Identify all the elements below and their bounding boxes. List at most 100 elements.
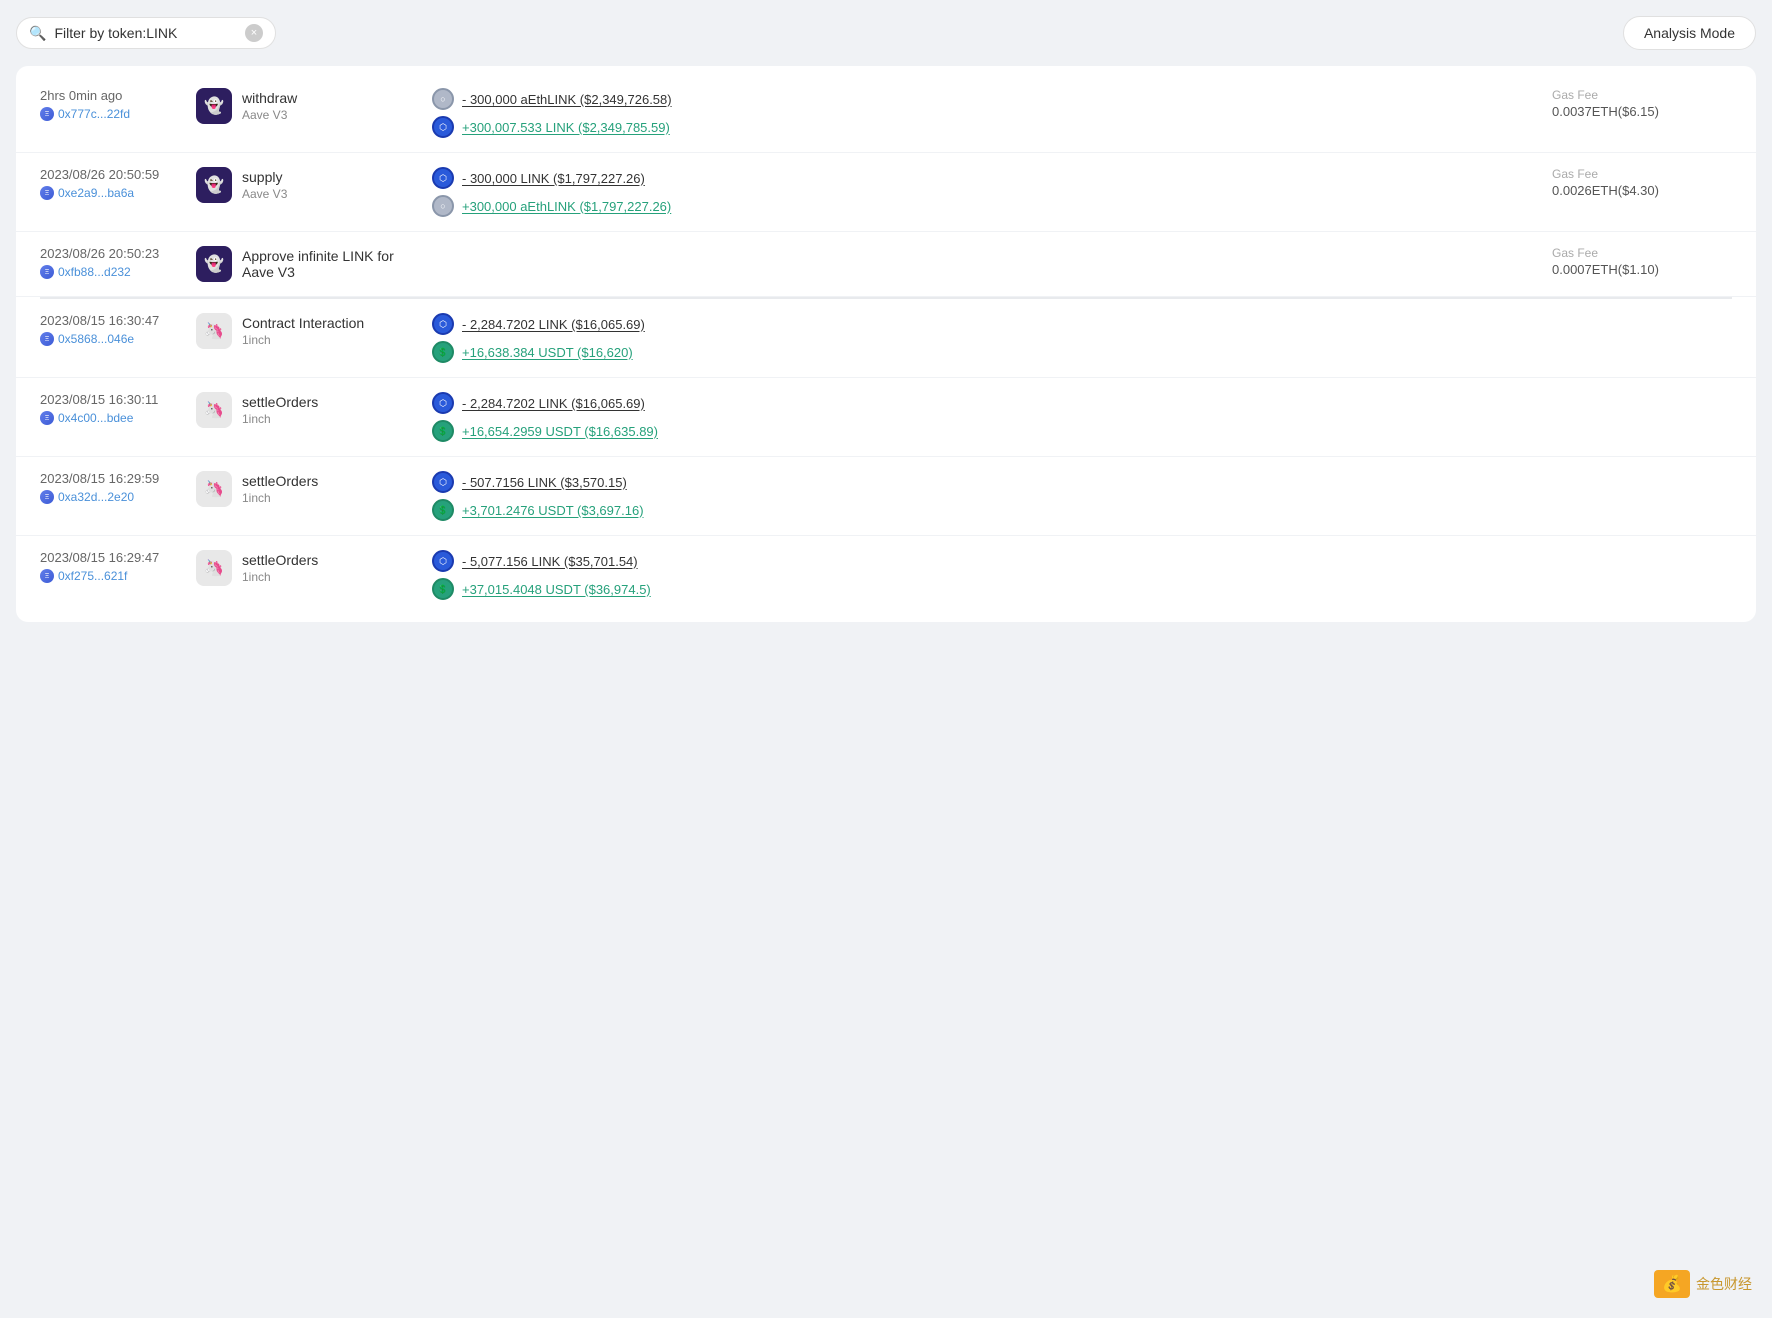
gas-fee-label: Gas Fee — [1552, 88, 1598, 102]
tokens-block: ○- 300,000 aEthLINK ($2,349,726.58) ⬡ +300… — [432, 88, 1536, 138]
token-line: ⬡- 5,077.156 LINK ($35,701.54) — [432, 550, 1732, 572]
eth-icon: Ξ — [40, 265, 54, 279]
protocol-labels: settleOrders 1inch — [242, 394, 318, 426]
tx-hash[interactable]: Ξ0x4c00...bdee — [40, 411, 180, 425]
token-amount: - 2,284.7202 LINK ($16,065.69) — [462, 317, 645, 332]
tx-time: 2023/08/26 20:50:59 — [40, 167, 180, 182]
top-bar: 🔍 Filter by token:LINK × Analysis Mode — [16, 16, 1756, 50]
transaction-row: 2023/08/15 16:29:47Ξ0xf275...621f 🦄settle… — [16, 536, 1756, 614]
token-amount: +16,638.384 USDT ($16,620) — [462, 345, 633, 360]
transaction-row: 2023/08/15 16:30:47 Ξ0x5868...046e 🦄 Contra… — [16, 299, 1756, 378]
search-icon: 🔍 — [29, 25, 46, 42]
eth-icon: Ξ — [40, 107, 54, 121]
tx-action: Contract Interaction — [242, 315, 364, 331]
protocol-icon: 👻 — [196, 246, 232, 282]
tx-time-block: 2023/08/15 16:30:47 Ξ0x5868...046e — [40, 313, 180, 346]
protocol-icon: 🦄 — [196, 471, 232, 507]
token-amount: +37,015.4048 USDT ($36,974.5) — [462, 582, 651, 597]
tx-action: settleOrders — [242, 552, 318, 568]
protocol-labels: Contract Interaction 1inch — [242, 315, 364, 347]
tx-action: settleOrders — [242, 394, 318, 410]
transaction-row: 2hrs 0min agoΞ0x777c...22fd👻withdrawAave… — [16, 74, 1756, 153]
token-icon: ○ — [432, 88, 454, 110]
clear-search-button[interactable]: × — [245, 24, 263, 42]
token-line: ⬡- 507.7156 LINK ($3,570.15) — [432, 471, 1732, 493]
eth-icon: Ξ — [40, 411, 54, 425]
eth-icon: Ξ — [40, 332, 54, 346]
tx-hash[interactable]: Ξ0xf275...621f — [40, 569, 180, 583]
protocol-block: 👻 Approve infinite LINK for Aave V3 — [196, 246, 416, 282]
tx-hash[interactable]: Ξ0xe2a9...ba6a — [40, 186, 180, 200]
tx-time-block: 2023/08/15 16:30:11 Ξ0x4c00...bdee — [40, 392, 180, 425]
token-icon: 💲 — [432, 578, 454, 600]
eth-icon: Ξ — [40, 569, 54, 583]
token-line: 💲 +37,015.4048 USDT ($36,974.5) — [432, 578, 1732, 600]
protocol-name: 1inch — [242, 333, 364, 347]
tx-hash[interactable]: Ξ0xfb88...d232 — [40, 265, 180, 279]
gas-fee-block: Gas Fee0.0026ETH($4.30) — [1552, 167, 1732, 198]
transactions-list: 2hrs 0min agoΞ0x777c...22fd👻withdrawAave… — [16, 66, 1756, 622]
protocol-block: 👻supplyAave V3 — [196, 167, 416, 203]
token-line: 💲+16,654.2959 USDT ($16,635.89) — [432, 420, 1732, 442]
tokens-block: ⬡ - 300,000 LINK ($1,797,227.26) ○+300,000… — [432, 167, 1536, 217]
tx-action: Approve infinite LINK for Aave V3 — [242, 248, 416, 280]
protocol-icon: 🦄 — [196, 313, 232, 349]
tokens-block: ⬡- 2,284.7202 LINK ($16,065.69) 💲+16,654.… — [432, 392, 1732, 442]
tx-time-block: 2023/08/26 20:50:23 Ξ0xfb88...d232 — [40, 246, 180, 279]
tx-time: 2023/08/15 16:30:11 — [40, 392, 180, 407]
token-icon: ⬡ — [432, 550, 454, 572]
watermark: 💰 金色财经 — [1654, 1270, 1752, 1298]
tx-time: 2023/08/26 20:50:23 — [40, 246, 180, 261]
transaction-row: 2023/08/26 20:50:59Ξ0xe2a9...ba6a👻supply… — [16, 153, 1756, 232]
token-line: ⬡- 2,284.7202 LINK ($16,065.69) — [432, 392, 1732, 414]
protocol-icon: 🦄 — [196, 392, 232, 428]
search-box[interactable]: 🔍 Filter by token:LINK × — [16, 17, 276, 49]
token-icon: ⬡ — [432, 471, 454, 493]
tx-action: withdraw — [242, 90, 297, 106]
token-amount: +3,701.2476 USDT ($3,697.16) — [462, 503, 644, 518]
tx-action: supply — [242, 169, 287, 185]
tx-hash[interactable]: Ξ0xa32d...2e20 — [40, 490, 180, 504]
tx-time: 2023/08/15 16:30:47 — [40, 313, 180, 328]
eth-icon: Ξ — [40, 186, 54, 200]
analysis-mode-button[interactable]: Analysis Mode — [1623, 16, 1756, 50]
tokens-block: ⬡- 5,077.156 LINK ($35,701.54) 💲 +37,015.4… — [432, 550, 1732, 600]
protocol-name: Aave V3 — [242, 187, 287, 201]
protocol-labels: settleOrders1inch — [242, 473, 318, 505]
gas-fee-value: 0.0007ETH($1.10) — [1552, 262, 1659, 277]
gas-fee-value: 0.0026ETH($4.30) — [1552, 183, 1659, 198]
protocol-labels: settleOrders1inch — [242, 552, 318, 584]
tx-action: settleOrders — [242, 473, 318, 489]
token-amount: +300,007.533 LINK ($2,349,785.59) — [462, 120, 670, 135]
protocol-name: 1inch — [242, 412, 318, 426]
protocol-block: 🦄 settleOrders1inch — [196, 471, 416, 507]
protocol-block: 👻 withdrawAave V3 — [196, 88, 416, 124]
token-icon: ⬡ — [432, 116, 454, 138]
search-text: Filter by token:LINK — [54, 25, 237, 41]
token-icon: ⬡ — [432, 313, 454, 335]
gas-fee-label: Gas Fee — [1552, 246, 1598, 260]
token-line: ⬡ +300,007.533 LINK ($2,349,785.59) — [432, 116, 1536, 138]
tx-hash[interactable]: Ξ0x777c...22fd — [40, 107, 180, 121]
tx-time-block: 2023/08/15 16:29:47Ξ0xf275...621f — [40, 550, 180, 583]
token-icon: ⬡ — [432, 167, 454, 189]
tokens-block: ⬡- 507.7156 LINK ($3,570.15) 💲+3,701.2476… — [432, 471, 1732, 521]
protocol-labels: withdrawAave V3 — [242, 90, 297, 122]
protocol-labels: Approve infinite LINK for Aave V3 — [242, 248, 416, 280]
token-icon: 💲 — [432, 341, 454, 363]
token-line: ○+300,000 aEthLINK ($1,797,227.26) — [432, 195, 1536, 217]
transaction-row: 2023/08/15 16:30:11 Ξ0x4c00...bdee 🦄 settle… — [16, 378, 1756, 457]
transaction-row: 2023/08/26 20:50:23 Ξ0xfb88...d232 👻 Approv… — [16, 232, 1756, 297]
tx-hash[interactable]: Ξ0x5868...046e — [40, 332, 180, 346]
protocol-icon: 👻 — [196, 88, 232, 124]
token-icon: ○ — [432, 195, 454, 217]
gas-fee-block: Gas Fee0.0037ETH($6.15) — [1552, 88, 1732, 119]
token-line: ⬡ - 2,284.7202 LINK ($16,065.69) — [432, 313, 1732, 335]
token-line: 💲+3,701.2476 USDT ($3,697.16) — [432, 499, 1732, 521]
token-icon: 💲 — [432, 420, 454, 442]
protocol-block: 🦄settleOrders1inch — [196, 550, 416, 586]
token-line: ○- 300,000 aEthLINK ($2,349,726.58) — [432, 88, 1536, 110]
token-line: 💲 +16,638.384 USDT ($16,620) — [432, 341, 1732, 363]
token-amount: - 300,000 LINK ($1,797,227.26) — [462, 171, 645, 186]
brand-icon: 💰 — [1654, 1270, 1690, 1298]
